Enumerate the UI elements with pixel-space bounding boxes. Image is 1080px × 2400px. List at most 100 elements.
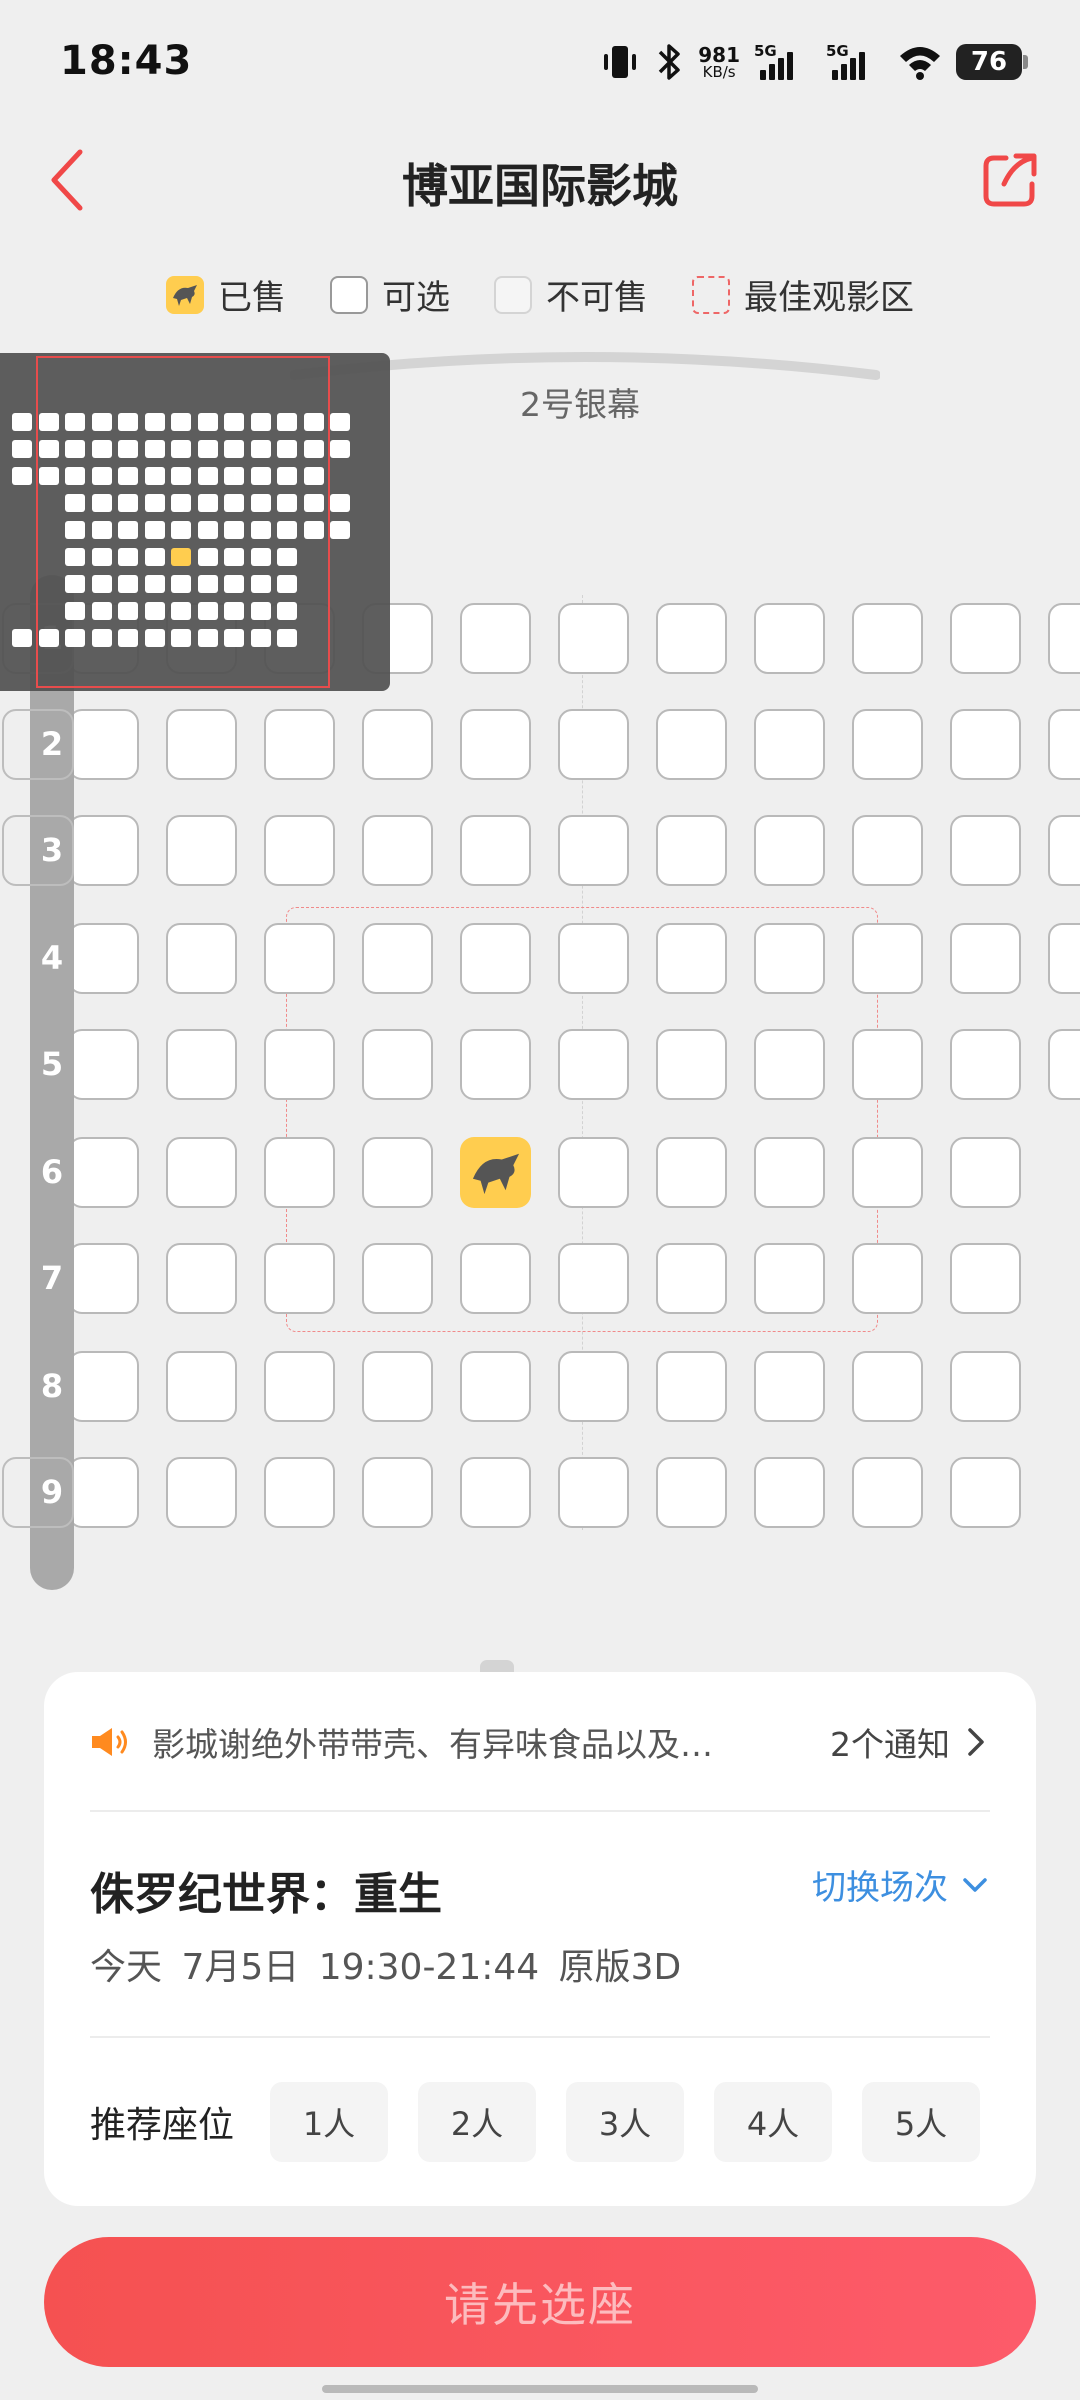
seat-available[interactable] — [558, 709, 629, 780]
seat-available[interactable] — [852, 923, 923, 994]
seat-available[interactable] — [950, 923, 1021, 994]
seat-available[interactable] — [264, 1457, 335, 1528]
seat-available[interactable] — [460, 603, 531, 674]
seat-available[interactable] — [362, 1137, 433, 1208]
recommend-4-button[interactable]: 4人 — [714, 2082, 832, 2162]
recommend-2-button[interactable]: 2人 — [418, 2082, 536, 2162]
seat-available[interactable] — [852, 1243, 923, 1314]
seat-available[interactable] — [656, 1029, 727, 1100]
seat-available[interactable] — [68, 1351, 139, 1422]
seat-available[interactable] — [558, 815, 629, 886]
share-button[interactable] — [978, 148, 1042, 212]
seat-available[interactable] — [754, 603, 825, 674]
seat-available[interactable] — [950, 709, 1021, 780]
seat-available[interactable] — [754, 709, 825, 780]
seat-available[interactable] — [558, 923, 629, 994]
overview-viewport-frame[interactable] — [36, 356, 330, 688]
select-seat-button[interactable]: 请先选座 — [44, 2237, 1036, 2367]
seat-available[interactable] — [1048, 1029, 1080, 1100]
seat-available[interactable] — [460, 1243, 531, 1314]
seat-available[interactable] — [264, 1351, 335, 1422]
seat-available[interactable] — [1048, 815, 1080, 886]
seat-available[interactable] — [166, 709, 237, 780]
seat-available[interactable] — [166, 1457, 237, 1528]
seat-available[interactable] — [754, 1457, 825, 1528]
seat-available[interactable] — [656, 1137, 727, 1208]
seat-available[interactable] — [754, 815, 825, 886]
seat-available[interactable] — [460, 1457, 531, 1528]
seat-available[interactable] — [264, 923, 335, 994]
seat-available[interactable] — [1048, 709, 1080, 780]
seat-available[interactable] — [852, 815, 923, 886]
seat-available[interactable] — [558, 1243, 629, 1314]
seat-available[interactable] — [362, 1029, 433, 1100]
notice-count[interactable]: 2个通知 — [830, 1718, 950, 1766]
seat-available[interactable] — [950, 815, 1021, 886]
seat-available[interactable] — [852, 709, 923, 780]
seat-available[interactable] — [558, 1137, 629, 1208]
seat-available[interactable] — [656, 709, 727, 780]
switch-session-button[interactable]: 切换场次 — [812, 1860, 988, 1909]
seat-available[interactable] — [166, 1351, 237, 1422]
seat-available[interactable] — [852, 1029, 923, 1100]
seat-available[interactable] — [362, 923, 433, 994]
seat-available[interactable] — [362, 815, 433, 886]
seat-available[interactable] — [68, 1137, 139, 1208]
seat-overview-map[interactable] — [0, 353, 390, 691]
seat-available[interactable] — [950, 1457, 1021, 1528]
home-indicator[interactable] — [322, 2385, 758, 2393]
seat-available[interactable] — [950, 1029, 1021, 1100]
recommend-5-button[interactable]: 5人 — [862, 2082, 980, 2162]
seat-available[interactable] — [754, 1029, 825, 1100]
seat-available[interactable] — [656, 1351, 727, 1422]
seat-available[interactable] — [362, 709, 433, 780]
seat-available[interactable] — [656, 1457, 727, 1528]
seat-available[interactable] — [460, 923, 531, 994]
seat-available[interactable] — [264, 1137, 335, 1208]
seat-available[interactable] — [166, 1137, 237, 1208]
seat-available[interactable] — [362, 1457, 433, 1528]
seat-available[interactable] — [754, 1137, 825, 1208]
seat-available[interactable] — [166, 1243, 237, 1314]
seat-available[interactable] — [460, 709, 531, 780]
seat-available[interactable] — [362, 1243, 433, 1314]
seat-available[interactable] — [166, 1029, 237, 1100]
seat-available[interactable] — [656, 923, 727, 994]
seat-available[interactable] — [656, 603, 727, 674]
seat-available[interactable] — [68, 1029, 139, 1100]
seat-available[interactable] — [852, 1351, 923, 1422]
seat-available[interactable] — [264, 709, 335, 780]
seat-available[interactable] — [656, 815, 727, 886]
seat-available[interactable] — [950, 1137, 1021, 1208]
seat-available[interactable] — [68, 923, 139, 994]
seat-available[interactable] — [950, 1351, 1021, 1422]
seat-available[interactable] — [1048, 603, 1080, 674]
seat-available[interactable] — [950, 603, 1021, 674]
seat-available[interactable] — [264, 815, 335, 886]
seat-available[interactable] — [852, 603, 923, 674]
seat-available[interactable] — [852, 1137, 923, 1208]
seat-available[interactable] — [362, 1351, 433, 1422]
seat-available[interactable] — [558, 1029, 629, 1100]
seat-available[interactable] — [460, 815, 531, 886]
seat-available[interactable] — [754, 1351, 825, 1422]
seat-available[interactable] — [460, 1029, 531, 1100]
seat-available[interactable] — [460, 1351, 531, 1422]
seat-available[interactable] — [754, 923, 825, 994]
seat-available[interactable] — [852, 1457, 923, 1528]
seat-available[interactable] — [264, 1243, 335, 1314]
seat-available[interactable] — [656, 1243, 727, 1314]
seat-available[interactable] — [754, 1243, 825, 1314]
seat-available[interactable] — [68, 1457, 139, 1528]
seat-available[interactable] — [68, 815, 139, 886]
seat-available[interactable] — [558, 1457, 629, 1528]
recommend-1-button[interactable]: 1人 — [270, 2082, 388, 2162]
seat-available[interactable] — [558, 1351, 629, 1422]
seat-available[interactable] — [264, 1029, 335, 1100]
seat-available[interactable] — [68, 1243, 139, 1314]
seat-available[interactable] — [950, 1243, 1021, 1314]
seat-available[interactable] — [558, 603, 629, 674]
seat-available[interactable] — [166, 923, 237, 994]
seat-available[interactable] — [1048, 923, 1080, 994]
recommend-3-button[interactable]: 3人 — [566, 2082, 684, 2162]
